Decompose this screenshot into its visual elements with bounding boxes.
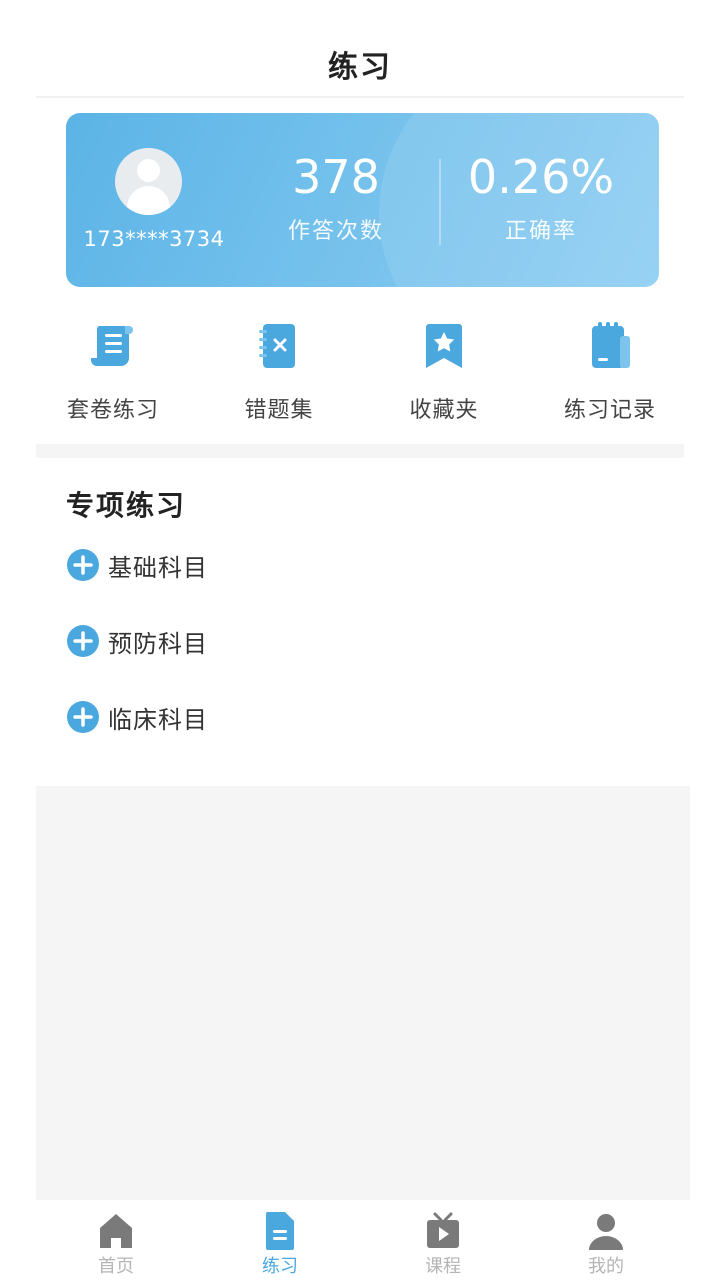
tab-courses[interactable]: 课程 bbox=[383, 1210, 503, 1278]
subject-item-prevention[interactable]: 预防科目 bbox=[66, 624, 208, 658]
quick-action-paper-practice[interactable]: 套卷练习 bbox=[38, 318, 188, 424]
quick-action-practice-records[interactable]: 练习记录 bbox=[535, 318, 685, 424]
wrong-notebook-icon bbox=[259, 324, 295, 368]
tab-label: 首页 bbox=[98, 1256, 134, 1277]
subject-item-basic[interactable]: 基础科目 bbox=[66, 548, 208, 582]
page-title: 练习 bbox=[328, 50, 392, 85]
quick-action-label: 套卷练习 bbox=[66, 398, 159, 423]
bookmark-star-icon bbox=[426, 324, 462, 368]
user-icon bbox=[589, 1214, 623, 1250]
subject-label: 预防科目 bbox=[108, 629, 208, 658]
answer-count-stat: 378 作答次数 bbox=[256, 149, 416, 245]
plus-circle-icon bbox=[67, 701, 99, 733]
answer-count-value: 378 bbox=[292, 150, 380, 204]
tab-label: 练习 bbox=[262, 1256, 298, 1277]
stats-card: 173****3734 378 作答次数 0.26% 正确率 bbox=[66, 113, 659, 287]
tab-practice[interactable]: 练习 bbox=[220, 1210, 340, 1278]
practice-page: 练习 173****3734 378 作答次数 0.26% 正确率 套卷练习 错… bbox=[0, 0, 720, 1280]
quick-action-favorites[interactable]: 收藏夹 bbox=[369, 318, 519, 424]
tab-label: 课程 bbox=[425, 1256, 461, 1277]
answer-count-label: 作答次数 bbox=[287, 219, 384, 244]
scroll-icon bbox=[91, 326, 133, 366]
username: 173****3734 bbox=[83, 227, 225, 251]
stats-divider bbox=[439, 159, 441, 245]
accuracy-stat: 0.26% 正确率 bbox=[451, 149, 631, 245]
quick-action-wrong-questions[interactable]: 错题集 bbox=[204, 318, 354, 424]
home-icon bbox=[100, 1214, 132, 1248]
subject-label: 临床科目 bbox=[108, 705, 208, 734]
quick-action-label: 错题集 bbox=[244, 398, 314, 423]
header-divider bbox=[36, 96, 684, 98]
empty-content-area bbox=[36, 786, 690, 1202]
plus-circle-icon bbox=[67, 625, 99, 657]
section-divider bbox=[36, 444, 684, 458]
quick-action-label: 练习记录 bbox=[563, 398, 656, 423]
subject-item-clinical[interactable]: 临床科目 bbox=[66, 700, 208, 734]
bottom-tab-bar: 首页 练习 课程 我的 bbox=[0, 1200, 720, 1280]
clipboard-icon bbox=[592, 322, 630, 368]
special-practice-title: 专项练习 bbox=[66, 489, 187, 522]
quick-action-label: 收藏夹 bbox=[409, 398, 479, 423]
subject-label: 基础科目 bbox=[108, 553, 208, 582]
plus-circle-icon bbox=[67, 549, 99, 581]
accuracy-value: 0.26% bbox=[467, 150, 615, 204]
tab-mine[interactable]: 我的 bbox=[546, 1210, 666, 1278]
accuracy-label: 正确率 bbox=[504, 219, 577, 244]
top-bar: 练习 bbox=[0, 0, 720, 96]
tab-home[interactable]: 首页 bbox=[56, 1210, 176, 1278]
video-play-icon bbox=[427, 1212, 459, 1248]
avatar[interactable] bbox=[115, 148, 182, 215]
tab-label: 我的 bbox=[588, 1256, 624, 1277]
document-icon bbox=[266, 1212, 294, 1250]
